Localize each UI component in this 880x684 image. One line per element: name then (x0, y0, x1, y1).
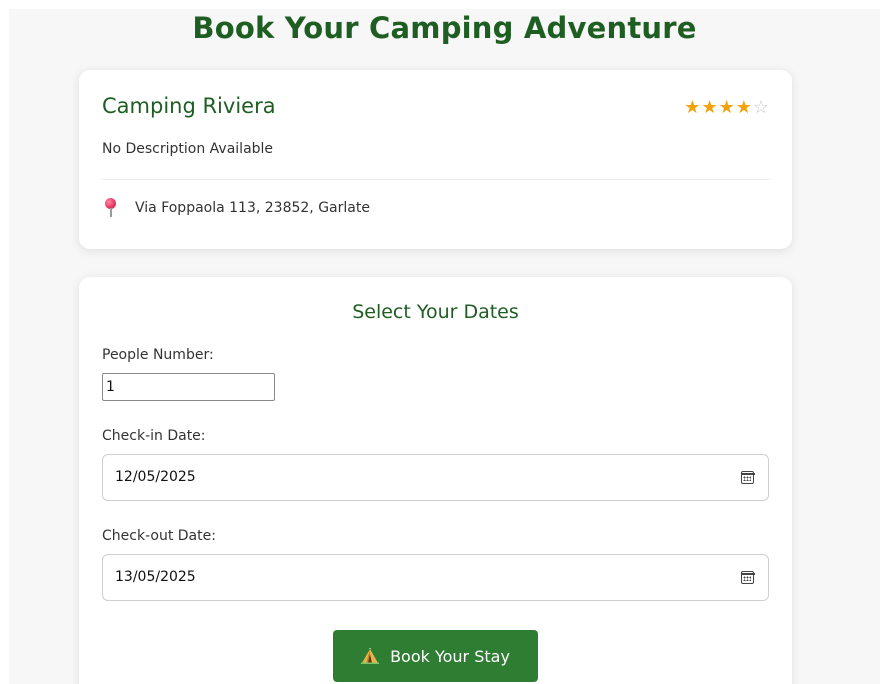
star-empty-icon: ☆ (752, 97, 770, 118)
star-filled-icon: ★ (735, 97, 753, 118)
checkin-date-input[interactable]: 12/05/2025 (102, 454, 769, 501)
star-filled-icon: ★ (701, 97, 719, 118)
star-filled-icon: ★ (684, 97, 702, 118)
checkin-date-label: Check-in Date: (102, 428, 206, 444)
pin-icon (104, 198, 118, 218)
checkout-date-value: 13/05/2025 (115, 569, 196, 585)
booking-form-card: Select Your Dates People Number: Check-i… (79, 277, 792, 684)
people-number-input[interactable] (102, 373, 275, 401)
people-number-label: People Number: (102, 347, 214, 363)
checkout-date-label: Check-out Date: (102, 528, 216, 544)
calendar-icon[interactable] (740, 571, 755, 584)
book-your-stay-button[interactable]: Book Your Stay (333, 630, 538, 682)
star-filled-icon: ★ (718, 97, 736, 118)
page-background: Book Your Camping Adventure Camping Rivi… (9, 9, 880, 684)
page-title: Book Your Camping Adventure (192, 11, 697, 45)
campsite-description: No Description Available (102, 141, 274, 157)
checkout-date-input[interactable]: 13/05/2025 (102, 554, 769, 601)
campsite-card: Camping Riviera ★★★★☆ No Description Ava… (79, 70, 792, 249)
tent-icon (361, 648, 380, 664)
card-divider (102, 179, 770, 180)
campsite-name: Camping Riviera (102, 94, 276, 118)
checkin-date-value: 12/05/2025 (115, 469, 196, 485)
campsite-address-row: Via Foppaola 113, 23852, Garlate (102, 197, 370, 219)
book-button-label: Book Your Stay (390, 646, 510, 666)
calendar-icon[interactable] (740, 471, 755, 484)
campsite-address: Via Foppaola 113, 23852, Garlate (135, 200, 370, 216)
rating-stars: ★★★★☆ (684, 97, 770, 118)
section-title: Select Your Dates (352, 301, 519, 323)
